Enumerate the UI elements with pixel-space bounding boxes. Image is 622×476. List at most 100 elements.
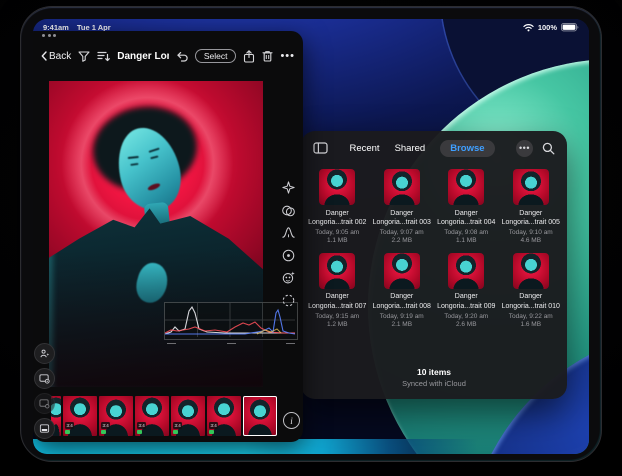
curves-icon[interactable] [280,224,297,241]
photo-editor-window: Back Danger Longo... Select [33,31,303,442]
file-item[interactable]: Danger Longoria...trait 010 Today, 9:22 … [500,253,562,328]
file-thumbnail [384,253,420,289]
people-icon[interactable] [34,343,55,364]
file-date: Today, 9:22 am [509,313,553,320]
crop-badge: 3:4 [65,422,74,428]
file-size: 2.1 MB [391,321,412,328]
filmstrip-thumb[interactable]: 3:4 [207,396,241,436]
file-thumbnail [448,253,484,289]
copy-edits-icon[interactable] [34,393,55,414]
histogram-ticks [167,343,295,345]
file-item[interactable]: Danger Longoria...trait 005 Today, 9:10 … [500,169,562,244]
file-size: 1.1 MB [456,237,477,244]
file-date: Today, 9:07 am [380,229,424,236]
sync-status: Synced with iCloud [301,379,567,388]
file-date: Today, 9:10 am [509,229,553,236]
crop-badge: 3:4 [137,422,146,428]
file-date: Today, 9:20 am [444,313,488,320]
files-browser-panel: Recent Shared Browse ••• Danger Lon [301,131,567,399]
window-controls-icon[interactable] [42,34,56,37]
filmstrip-thumb[interactable]: 3:4 [135,396,169,436]
back-chevron-icon [41,51,47,61]
trash-icon[interactable] [262,50,273,62]
tab-shared[interactable]: Shared [395,143,426,154]
photo-vignette [49,81,263,387]
browser-tabs: Recent Shared Browse [328,140,516,157]
file-name: Danger Longoria...trait 009 [435,292,497,311]
share-icon[interactable] [243,50,255,63]
file-item[interactable]: Danger Longoria...trait 007 Today, 9:15 … [306,253,368,328]
mask-icon[interactable] [280,292,297,309]
export-settings-icon[interactable] [34,368,55,389]
file-thumbnail [448,169,484,205]
filmstrip: 3:4 3:4 3:4 3:4 3:4 [51,396,277,436]
battery-icon [561,23,579,32]
crop-badge: 3:4 [173,422,182,428]
crop-badge: 3:4 [101,422,110,428]
file-thumbnail [319,169,355,205]
editor-side-buttons [34,343,55,439]
edited-badge [173,430,178,435]
filmstrip-toggle-icon[interactable] [34,418,55,439]
item-count: 10 items [301,367,567,377]
file-grid: Danger Longoria...trait 002 Today, 9:05 … [301,165,567,328]
file-item[interactable]: Danger Longoria...trait 004 Today, 9:08 … [435,169,497,244]
search-icon[interactable] [542,142,555,155]
file-item[interactable]: Danger Longoria...trait 008 Today, 9:19 … [371,253,433,328]
file-item[interactable]: Danger Longoria...trait 009 Today, 9:20 … [435,253,497,328]
file-thumbnail [384,169,420,205]
file-size: 1.1 MB [327,237,348,244]
filters-icon[interactable] [280,202,297,219]
file-size: 1.6 MB [520,321,541,328]
file-thumbnail [513,169,549,205]
file-size: 4.6 MB [520,237,541,244]
select-button[interactable]: Select [195,49,237,63]
filmstrip-thumb[interactable]: 3:4 [171,396,205,436]
back-button[interactable]: Back [41,51,71,62]
edited-photo[interactable] [49,81,263,387]
sort-icon[interactable] [97,51,110,62]
file-name: Danger Longoria...trait 008 [371,292,433,311]
info-button[interactable]: i [283,412,300,429]
file-item[interactable]: Danger Longoria...trait 003 Today, 9:07 … [371,169,433,244]
edited-badge [137,430,142,435]
filmstrip-thumb-selected[interactable] [243,396,277,436]
auto-enhance-icon[interactable] [280,179,297,196]
editor-toolbar: Back Danger Longo... Select [33,43,303,69]
filter-icon[interactable] [78,51,90,62]
document-title[interactable]: Danger Longo... [117,51,169,62]
browser-more-icon[interactable]: ••• [516,140,533,157]
undo-icon[interactable] [176,51,188,62]
edit-tool-rail [275,179,301,309]
file-date: Today, 9:08 am [444,229,488,236]
file-name: Danger Longoria...trait 002 [306,209,368,228]
retouch-icon[interactable] [280,269,297,286]
tab-recent[interactable]: Recent [349,143,379,154]
tab-browse[interactable]: Browse [440,140,494,157]
ipad-device: 9:41am Tue 1 Apr 100% [20,6,602,462]
filmstrip-thumb[interactable]: 3:4 [99,396,133,436]
file-size: 1.2 MB [327,321,348,328]
browser-header: Recent Shared Browse ••• [301,131,567,165]
battery-percent: 100% [538,23,557,32]
filmstrip-thumb[interactable]: 3:4 [63,396,97,436]
white-balance-icon[interactable] [280,247,297,264]
file-thumbnail [319,253,355,289]
file-name: Danger Longoria...trait 004 [435,209,497,228]
ipad-screen: 9:41am Tue 1 Apr 100% [33,19,589,454]
file-size: 2.2 MB [391,237,412,244]
file-size: 2.6 MB [456,321,477,328]
file-name: Danger Longoria...trait 005 [500,209,562,228]
crop-badge: 3:4 [209,422,218,428]
file-item[interactable]: Danger Longoria...trait 002 Today, 9:05 … [306,169,368,244]
edited-badge [65,430,70,435]
file-date: Today, 9:15 am [315,313,359,320]
file-name: Danger Longoria...trait 010 [500,292,562,311]
file-name: Danger Longoria...trait 003 [371,209,433,228]
edited-badge [209,430,214,435]
file-name: Danger Longoria...trait 007 [306,292,368,311]
sidebar-toggle-icon[interactable] [313,142,328,154]
browser-footer: 10 items Synced with iCloud [301,367,567,389]
file-date: Today, 9:19 am [380,313,424,320]
edited-badge [101,430,106,435]
